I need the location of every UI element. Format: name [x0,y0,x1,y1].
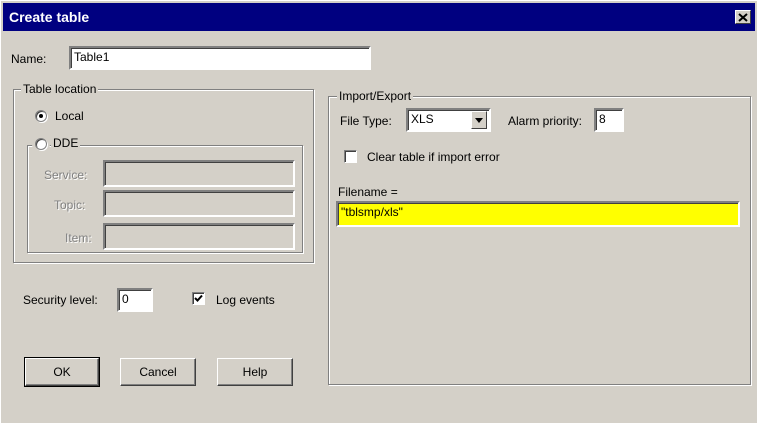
create-table-dialog: Create table Name: Table1 Table location… [0,0,758,424]
file-type-label: File Type: [340,114,392,128]
chevron-down-icon [475,117,483,123]
close-icon [738,12,748,22]
topic-input[interactable] [103,190,295,217]
import-export-legend: Import/Export [337,89,414,103]
file-type-select[interactable]: XLS [406,108,491,132]
name-label: Name: [11,52,47,66]
security-level-input[interactable]: 0 [117,288,153,312]
item-label: Item: [65,231,92,245]
log-events-label: Log events [216,293,275,307]
alarm-priority-input[interactable]: 8 [594,108,624,132]
file-type-value: XLS [411,112,434,126]
dde-label: DDE [51,136,81,150]
filename-label: Filename = [338,185,398,199]
title-bar[interactable]: Create table [3,3,755,31]
name-input[interactable]: Table1 [69,46,371,70]
clear-table-label: Clear table if import error [367,150,500,164]
local-label: Local [55,109,84,123]
import-export-group [328,96,751,385]
table-location-legend: Table location [21,82,99,96]
log-events-checkbox[interactable] [192,292,205,305]
help-button[interactable]: Help [217,358,293,386]
ok-button[interactable]: OK [24,357,100,387]
clear-table-checkbox[interactable] [344,150,357,163]
service-input[interactable] [103,160,295,187]
topic-label: Topic: [54,198,86,212]
alarm-priority-label: Alarm priority: [508,114,583,128]
security-level-label: Security level: [23,293,98,307]
local-radio[interactable] [35,110,47,122]
checkmark-icon [194,294,203,302]
filename-input[interactable]: "tblsmp/xls" [336,201,740,227]
cancel-button[interactable]: Cancel [120,358,196,386]
item-input[interactable] [103,223,295,250]
service-label: Service: [44,168,88,182]
window-title: Create table [9,9,90,25]
dde-radio[interactable] [35,138,47,150]
close-button[interactable] [735,10,751,24]
file-type-dropdown-button[interactable] [471,111,487,129]
